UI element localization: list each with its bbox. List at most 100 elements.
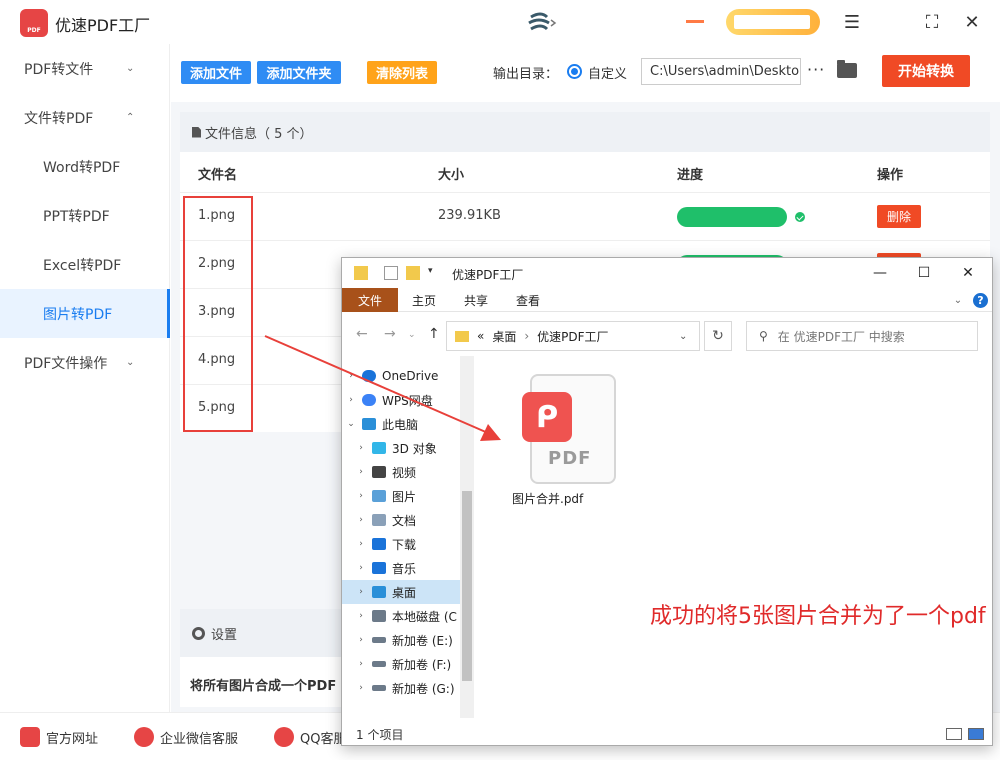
folder-icon: [455, 330, 469, 342]
close-icon[interactable]: ✕: [956, 263, 980, 283]
nav-item-downloads[interactable]: › 下载: [342, 532, 460, 556]
chevron-down-icon[interactable]: ⌄: [408, 330, 416, 340]
custom-radio[interactable]: [567, 64, 582, 79]
account-pill[interactable]: [726, 9, 820, 35]
delete-button[interactable]: 删除: [877, 205, 921, 228]
search-input[interactable]: ⚲ 在 优速PDF工厂 中搜索: [746, 321, 978, 351]
chevron-down-icon[interactable]: ⌄: [679, 331, 687, 342]
browse-more-button[interactable]: ···: [807, 60, 825, 79]
folder-icon: [354, 266, 368, 280]
chevron-right-icon[interactable]: ›: [356, 587, 366, 597]
custom-radio-label[interactable]: 自定义: [588, 63, 627, 82]
tab-share[interactable]: 共享: [456, 288, 496, 312]
start-convert-button[interactable]: 开始转换: [882, 55, 970, 87]
breadcrumb-folder[interactable]: 优速PDF工厂: [537, 328, 608, 345]
drive-icon: [372, 637, 386, 643]
nav-item-label: 文档: [392, 513, 417, 528]
nav-item-wps[interactable]: › WPS网盘: [342, 388, 460, 412]
chevron-down-icon[interactable]: ⌄: [948, 288, 968, 312]
chevron-right-icon[interactable]: ›: [356, 515, 366, 525]
qq-link[interactable]: QQ客服: [274, 727, 346, 747]
website-label: 官方网址: [46, 731, 99, 747]
wechat-icon: [134, 727, 154, 747]
merge-option-label: 将所有图片合成一个PDF: [190, 679, 337, 694]
sidebar-item-label: 文件转PDF: [24, 110, 94, 127]
nav-item-drive-f[interactable]: › 新加卷 (F:): [342, 652, 460, 676]
chevron-right-icon[interactable]: ›: [356, 443, 366, 453]
nav-item-this-pc[interactable]: ⌄ 此电脑: [342, 412, 460, 436]
nav-item-3d-objects[interactable]: › 3D 对象: [342, 436, 460, 460]
minimize-icon[interactable]: —: [868, 263, 892, 283]
chevron-down-icon: ⌄: [126, 357, 135, 368]
up-arrow-icon[interactable]: ↑: [428, 326, 440, 342]
chevron-down-icon[interactable]: ⌄: [346, 419, 356, 429]
new-folder-icon[interactable]: [406, 266, 420, 280]
film-icon: [372, 466, 386, 478]
sidebar-item-pdf-to-file[interactable]: PDF转文件 ⌄: [0, 44, 169, 93]
chevron-right-icon[interactable]: ›: [356, 659, 366, 669]
close-icon[interactable]: ✕: [958, 8, 986, 36]
nav-item-drive-e[interactable]: › 新加卷 (E:): [342, 628, 460, 652]
wechat-link[interactable]: 企业微信客服: [134, 727, 238, 747]
sidebar-item-image-to-pdf[interactable]: 图片转PDF: [0, 289, 170, 338]
chevron-right-icon[interactable]: ›: [356, 467, 366, 477]
clear-list-button[interactable]: 清除列表: [367, 61, 437, 84]
table-row: 1.png 239.91KB 删除: [180, 192, 990, 240]
breadcrumb-desktop[interactable]: 桌面: [492, 328, 516, 345]
sidebar-item-word-to-pdf[interactable]: Word转PDF: [0, 142, 169, 191]
address-bar[interactable]: « 桌面 › 优速PDF工厂 ⌄: [446, 321, 700, 351]
chevron-down-icon[interactable]: ▾: [428, 266, 442, 280]
chevron-right-icon[interactable]: ›: [356, 491, 366, 501]
tab-home[interactable]: 主页: [404, 288, 444, 312]
folder-icon[interactable]: [837, 60, 857, 78]
sidebar-item-excel-to-pdf[interactable]: Excel转PDF: [0, 240, 169, 289]
sidebar-item-ppt-to-pdf[interactable]: PPT转PDF: [0, 191, 169, 240]
refresh-icon[interactable]: ↻: [704, 321, 732, 351]
nav-item-label: WPS网盘: [382, 393, 433, 408]
forward-arrow-icon[interactable]: →: [384, 326, 396, 342]
output-dir-label: 输出目录：: [493, 67, 559, 82]
add-folder-button[interactable]: 添加文件夹: [257, 61, 341, 84]
menu-icon[interactable]: ☰: [838, 8, 866, 36]
pdf-type-label: PDF: [548, 448, 592, 469]
scrollbar-thumb[interactable]: [462, 491, 472, 681]
chevron-right-icon[interactable]: ›: [356, 611, 366, 621]
nav-scrollbar[interactable]: [460, 356, 474, 718]
add-file-button[interactable]: 添加文件: [181, 61, 251, 84]
chevron-right-icon[interactable]: ›: [346, 395, 356, 405]
details-view-icon[interactable]: [946, 728, 962, 740]
sidebar-item-label: PDF转文件: [24, 61, 94, 78]
chevron-right-icon[interactable]: ›: [356, 539, 366, 549]
chevron-right-icon[interactable]: ›: [346, 371, 356, 381]
properties-icon[interactable]: [384, 266, 398, 280]
nav-item-pictures[interactable]: › 图片: [342, 484, 460, 508]
website-link[interactable]: 官方网址: [20, 727, 98, 747]
nav-item-drive-g[interactable]: › 新加卷 (G:): [342, 676, 460, 700]
chevron-right-icon[interactable]: ›: [356, 683, 366, 693]
nav-item-desktop[interactable]: › 桌面: [342, 580, 460, 604]
tab-file[interactable]: 文件: [342, 288, 398, 312]
sidebar-item-file-to-pdf[interactable]: 文件转PDF ⌃: [0, 93, 169, 142]
nav-item-music[interactable]: › 音乐: [342, 556, 460, 580]
sidebar-item-pdf-operations[interactable]: PDF文件操作 ⌄: [0, 338, 169, 387]
chevron-right-icon[interactable]: ›: [356, 563, 366, 573]
nav-item-label: 图片: [392, 489, 417, 504]
nav-item-label: 新加卷 (F:): [392, 657, 452, 672]
progress-bar: [677, 207, 787, 227]
chevron-right-icon[interactable]: ›: [356, 635, 366, 645]
large-icons-view-icon[interactable]: [968, 728, 984, 740]
sidebar-item-label: PDF文件操作: [24, 355, 108, 372]
output-path-field[interactable]: C:\Users\admin\Deskto: [641, 58, 801, 85]
back-arrow-icon[interactable]: ←: [356, 326, 368, 342]
download-icon: [372, 538, 386, 550]
nav-item-documents[interactable]: › 文档: [342, 508, 460, 532]
tab-view[interactable]: 查看: [508, 288, 548, 312]
help-icon[interactable]: ?: [973, 293, 988, 308]
chevron-down-icon: ⌄: [126, 63, 135, 74]
maximize-icon[interactable]: ⛶: [918, 8, 946, 36]
nav-item-onedrive[interactable]: › OneDrive: [342, 364, 460, 388]
website-icon: [20, 727, 40, 747]
nav-item-drive-c[interactable]: › 本地磁盘 (C: [342, 604, 460, 628]
maximize-icon[interactable]: ☐: [912, 263, 936, 283]
nav-item-videos[interactable]: › 视频: [342, 460, 460, 484]
